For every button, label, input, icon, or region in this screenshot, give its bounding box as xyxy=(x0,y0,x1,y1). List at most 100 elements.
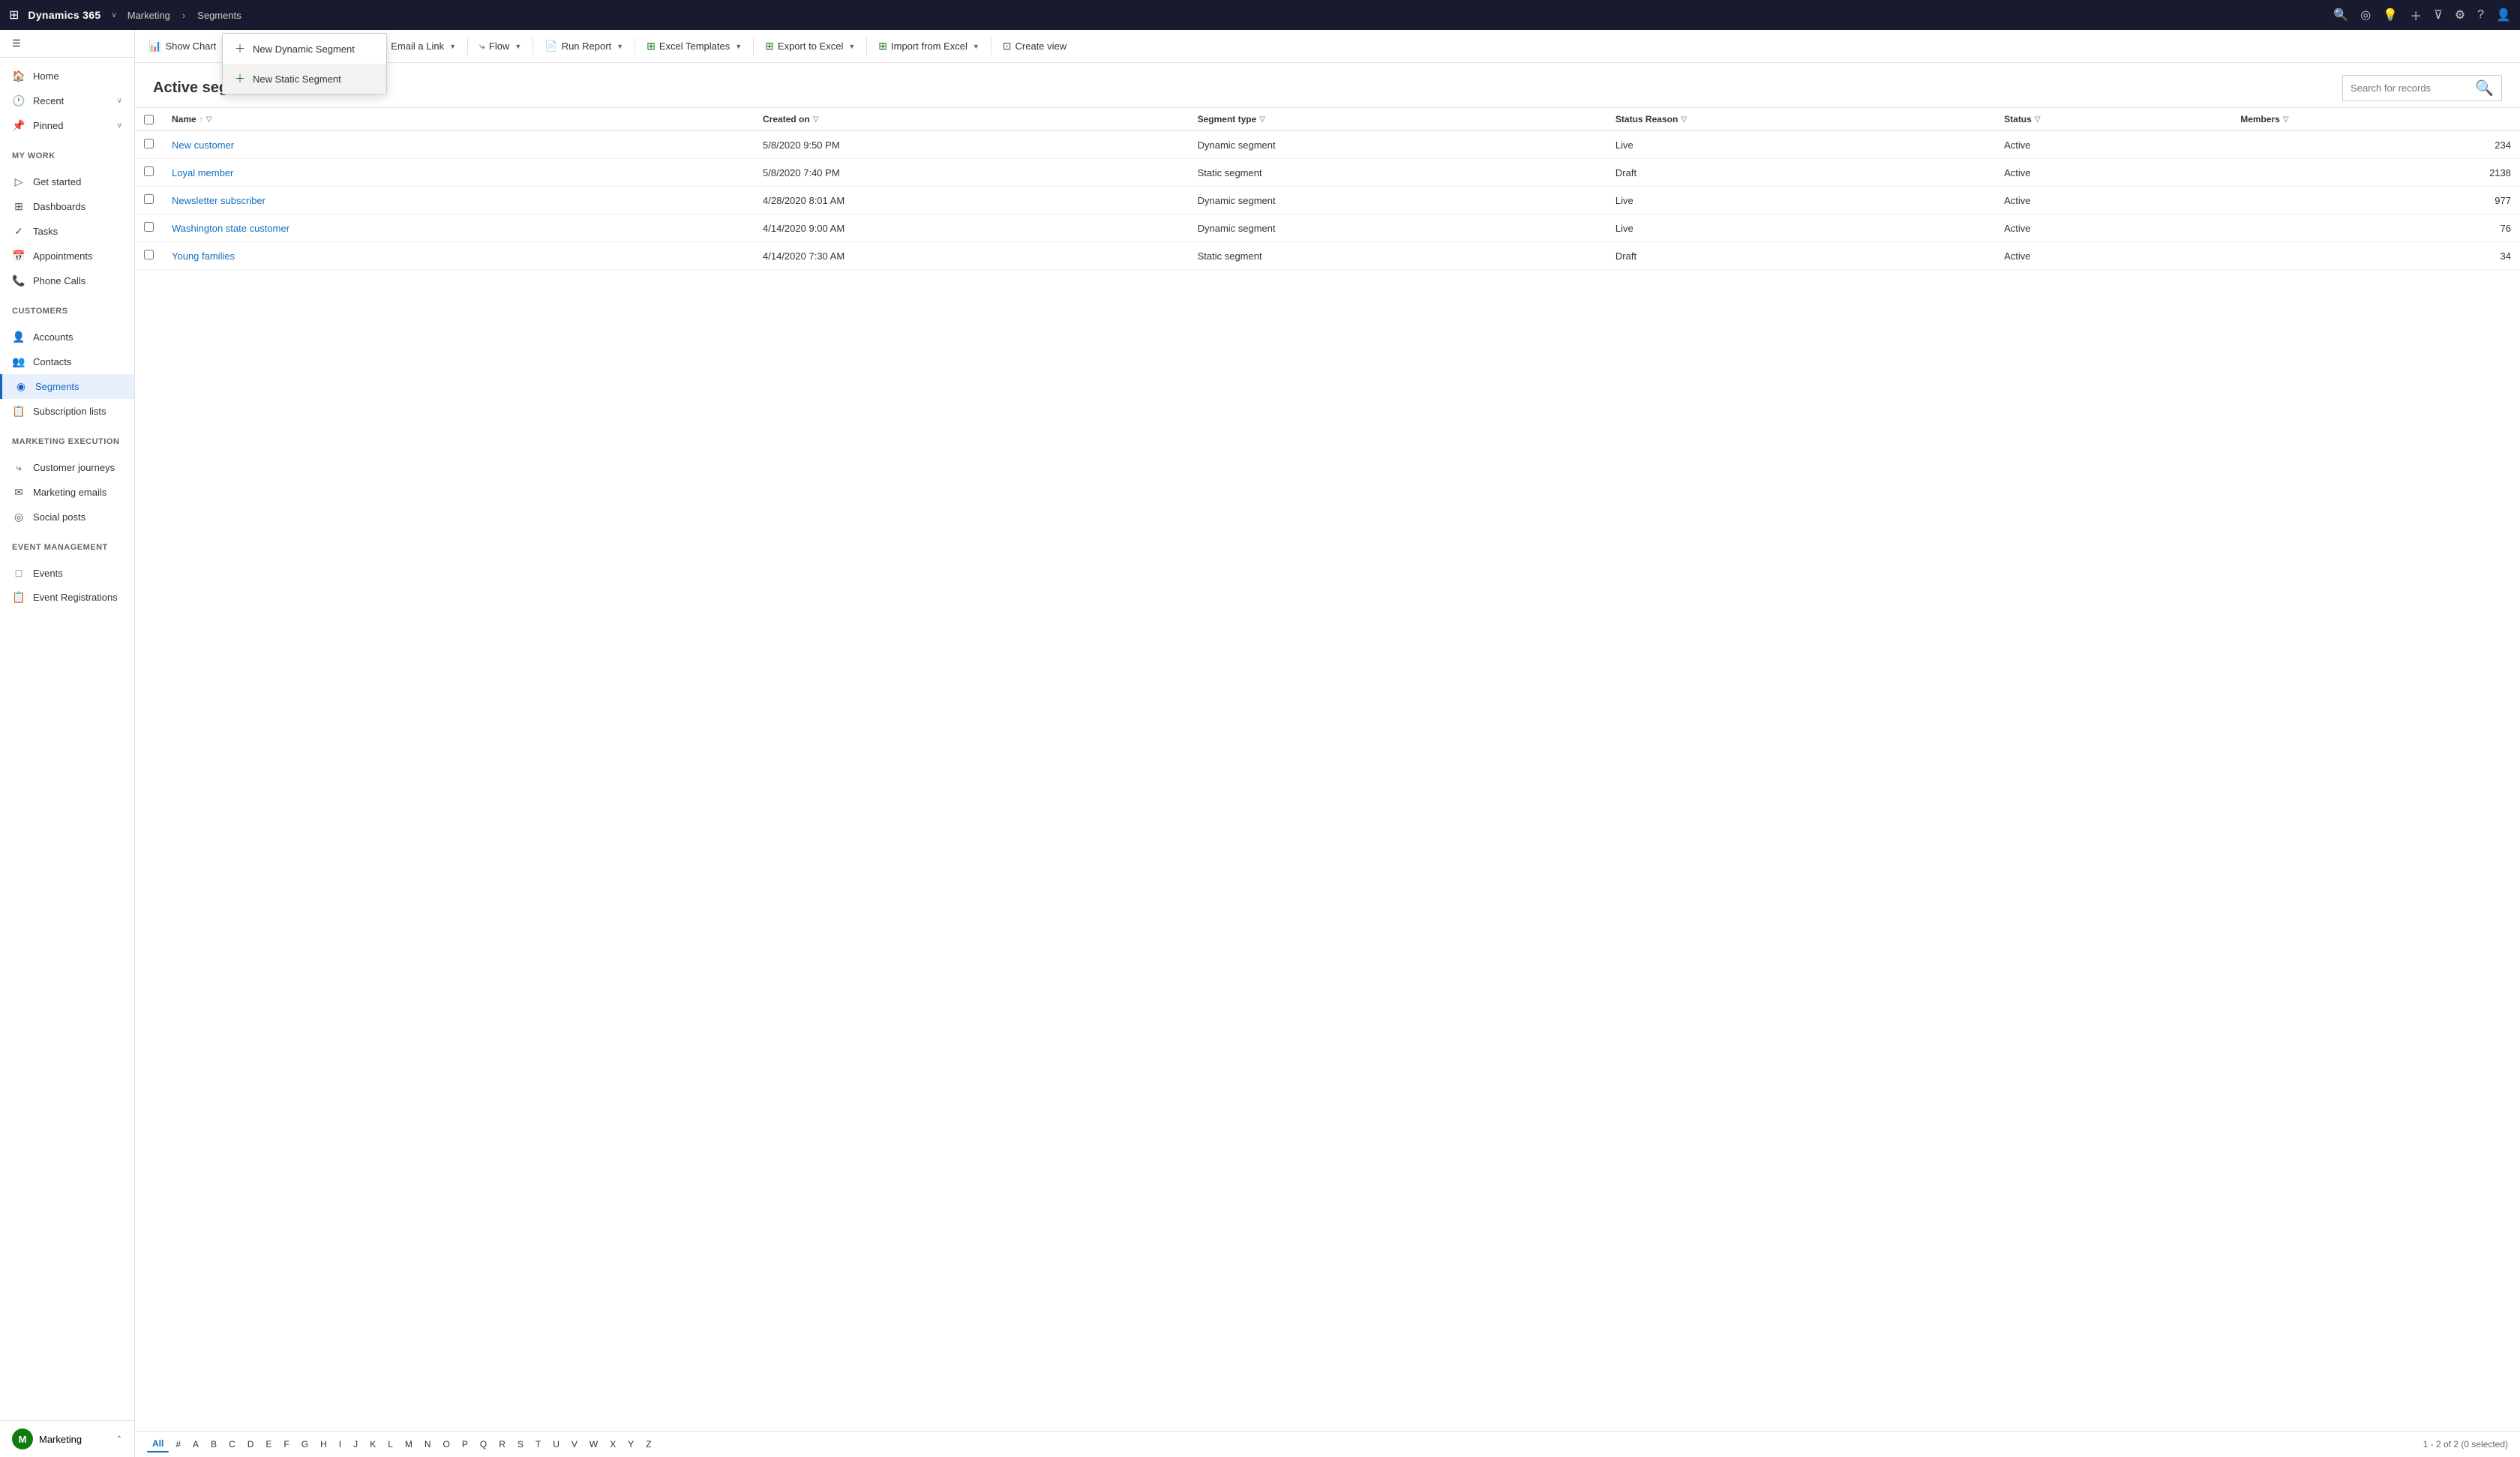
search-icon[interactable]: 🔍 xyxy=(2333,7,2348,22)
page-letter-m[interactable]: M xyxy=(400,1437,418,1452)
new-static-segment-option[interactable]: ＋ New Static Segment xyxy=(223,64,386,94)
page-letter-n[interactable]: N xyxy=(419,1437,436,1452)
page-letter-l[interactable]: L xyxy=(382,1437,398,1452)
sidebar-item-marketing-emails[interactable]: ✉ Marketing emails xyxy=(0,480,134,505)
new-dynamic-segment-option[interactable]: ＋ New Dynamic Segment xyxy=(223,34,386,64)
report-dropdown-arrow[interactable]: ▼ xyxy=(616,43,623,50)
row-name-link[interactable]: Young families xyxy=(172,250,235,262)
gear-icon[interactable]: ⚙ xyxy=(2455,7,2465,22)
sidebar-footer[interactable]: M Marketing ⌃ xyxy=(0,1420,134,1457)
sidebar-item-contacts[interactable]: 👥 Contacts xyxy=(0,349,134,374)
page-letter-p[interactable]: P xyxy=(457,1437,473,1452)
page-letter-d[interactable]: D xyxy=(242,1437,260,1452)
name-filter-icon[interactable]: ▽ xyxy=(206,115,212,124)
sidebar-item-phone-calls[interactable]: 📞 Phone Calls xyxy=(0,268,134,293)
export-excel-button[interactable]: ⊞ Export to Excel ▼ xyxy=(758,35,862,57)
page-letter-v[interactable]: V xyxy=(566,1437,583,1452)
row-checkbox[interactable] xyxy=(144,166,154,176)
sidebar-item-get-started[interactable]: ▷ Get started xyxy=(0,169,134,194)
sidebar-item-home[interactable]: 🏠 Home xyxy=(0,64,134,88)
page-letter-f[interactable]: F xyxy=(278,1437,294,1452)
bulb-icon[interactable]: 💡 xyxy=(2383,7,2398,22)
filter-top-icon[interactable]: ⊽ xyxy=(2434,7,2443,22)
page-letter-a[interactable]: A xyxy=(188,1437,204,1452)
sidebar-item-event-registrations[interactable]: 📋 Event Registrations xyxy=(0,585,134,610)
page-letter-r[interactable]: R xyxy=(494,1437,511,1452)
excel-template-arrow[interactable]: ▼ xyxy=(735,43,742,50)
sidebar-item-social-posts[interactable]: ◎ Social posts xyxy=(0,505,134,529)
contacts-icon: 👥 xyxy=(12,355,26,368)
sidebar-item-customer-journeys[interactable]: ⤷ Customer journeys xyxy=(0,455,134,480)
sidebar-item-events[interactable]: □ Events xyxy=(0,561,134,585)
page-letter-c[interactable]: C xyxy=(224,1437,241,1452)
members-filter-icon[interactable]: ▽ xyxy=(2283,115,2289,124)
segments-table: Name ↑ ▽ Created on ▽ xyxy=(135,107,2520,270)
select-all-checkbox[interactable] xyxy=(144,115,154,124)
page-letter-q[interactable]: Q xyxy=(475,1437,492,1452)
sidebar-item-subscription-lists[interactable]: 📋 Subscription lists xyxy=(0,399,134,424)
page-letter-o[interactable]: O xyxy=(438,1437,455,1452)
export-dropdown-arrow[interactable]: ▼ xyxy=(848,43,855,50)
status-filter-icon[interactable]: ▽ xyxy=(2035,115,2041,124)
table-row: Young families 4/14/2020 7:30 AM Static … xyxy=(135,242,2520,270)
row-checkbox[interactable] xyxy=(144,222,154,232)
import-excel-button[interactable]: ⊞ Import from Excel ▼ xyxy=(871,35,987,57)
row-name-link[interactable]: Newsletter subscriber xyxy=(172,195,266,206)
sidebar-item-recent[interactable]: 🕐 Recent ∨ xyxy=(0,88,134,113)
page-letter-z[interactable]: Z xyxy=(640,1437,656,1452)
search-box[interactable]: 🔍 xyxy=(2342,75,2502,101)
row-checkbox[interactable] xyxy=(144,139,154,148)
page-letter-#[interactable]: # xyxy=(170,1437,186,1452)
sidebar-item-accounts[interactable]: 👤 Accounts xyxy=(0,325,134,349)
sidebar-item-tasks[interactable]: ✓ Tasks xyxy=(0,219,134,244)
email-dropdown-arrow[interactable]: ▼ xyxy=(449,43,456,50)
user-icon[interactable]: 👤 xyxy=(2496,7,2511,22)
create-view-button[interactable]: ⊡ Create view xyxy=(995,35,1074,57)
name-sort-icon[interactable]: ↑ xyxy=(200,115,203,124)
page-letter-t[interactable]: T xyxy=(530,1437,546,1452)
target-icon[interactable]: ◎ xyxy=(2360,7,2371,22)
type-filter-icon[interactable]: ▽ xyxy=(1259,115,1265,124)
page-letter-i[interactable]: I xyxy=(334,1437,346,1452)
flow-button[interactable]: ⤷ Flow ▼ xyxy=(472,35,529,57)
waffle-icon[interactable]: ⊞ xyxy=(9,7,19,22)
search-input[interactable] xyxy=(2350,82,2470,94)
page-letter-s[interactable]: S xyxy=(512,1437,529,1452)
page-letter-y[interactable]: Y xyxy=(622,1437,639,1452)
plus-icon[interactable]: ＋ xyxy=(2410,6,2422,24)
page-letter-all[interactable]: All xyxy=(147,1436,169,1453)
page-letter-x[interactable]: X xyxy=(604,1437,621,1452)
page-letter-w[interactable]: W xyxy=(584,1437,603,1452)
row-members-cell: 2138 xyxy=(2231,159,2520,187)
import-dropdown-arrow[interactable]: ▼ xyxy=(973,43,980,50)
row-name-link[interactable]: New customer xyxy=(172,139,234,151)
sidebar-item-segments[interactable]: ◉ Segments xyxy=(0,374,134,399)
row-name-link[interactable]: Loyal member xyxy=(172,167,233,178)
page-letter-j[interactable]: J xyxy=(348,1437,363,1452)
show-chart-button[interactable]: 📊 Show Chart xyxy=(141,35,224,57)
sidebar-item-dashboards[interactable]: ⊞ Dashboards xyxy=(0,194,134,219)
flow-dropdown-arrow[interactable]: ▼ xyxy=(514,43,521,50)
row-type-cell: Static segment xyxy=(1189,242,1606,270)
row-checkbox[interactable] xyxy=(144,194,154,204)
row-status-cell: Active xyxy=(1995,159,2231,187)
excel-templates-button[interactable]: ⊞ Excel Templates ▼ xyxy=(639,35,749,57)
type-col-header: Segment type ▽ xyxy=(1189,108,1606,131)
help-icon[interactable]: ? xyxy=(2477,8,2484,22)
page-letter-e[interactable]: E xyxy=(260,1437,277,1452)
page-letter-g[interactable]: G xyxy=(296,1437,314,1452)
sidebar-item-appointments[interactable]: 📅 Appointments xyxy=(0,244,134,268)
page-letter-u[interactable]: U xyxy=(548,1437,565,1452)
sidebar-collapse-btn[interactable]: ☰ xyxy=(0,30,134,58)
row-checkbox[interactable] xyxy=(144,250,154,259)
sidebar-item-pinned[interactable]: 📌 Pinned ∨ xyxy=(0,113,134,138)
page-letter-h[interactable]: H xyxy=(315,1437,332,1452)
status-reason-filter-icon[interactable]: ▽ xyxy=(1681,115,1687,124)
page-letter-k[interactable]: K xyxy=(364,1437,381,1452)
created-filter-icon[interactable]: ▽ xyxy=(813,115,819,124)
row-status-reason-cell: Draft xyxy=(1606,242,1995,270)
get-started-icon: ▷ xyxy=(12,175,26,188)
page-letter-b[interactable]: B xyxy=(206,1437,222,1452)
run-report-button[interactable]: 📄 Run Report ▼ xyxy=(537,35,631,57)
row-name-link[interactable]: Washington state customer xyxy=(172,223,290,234)
